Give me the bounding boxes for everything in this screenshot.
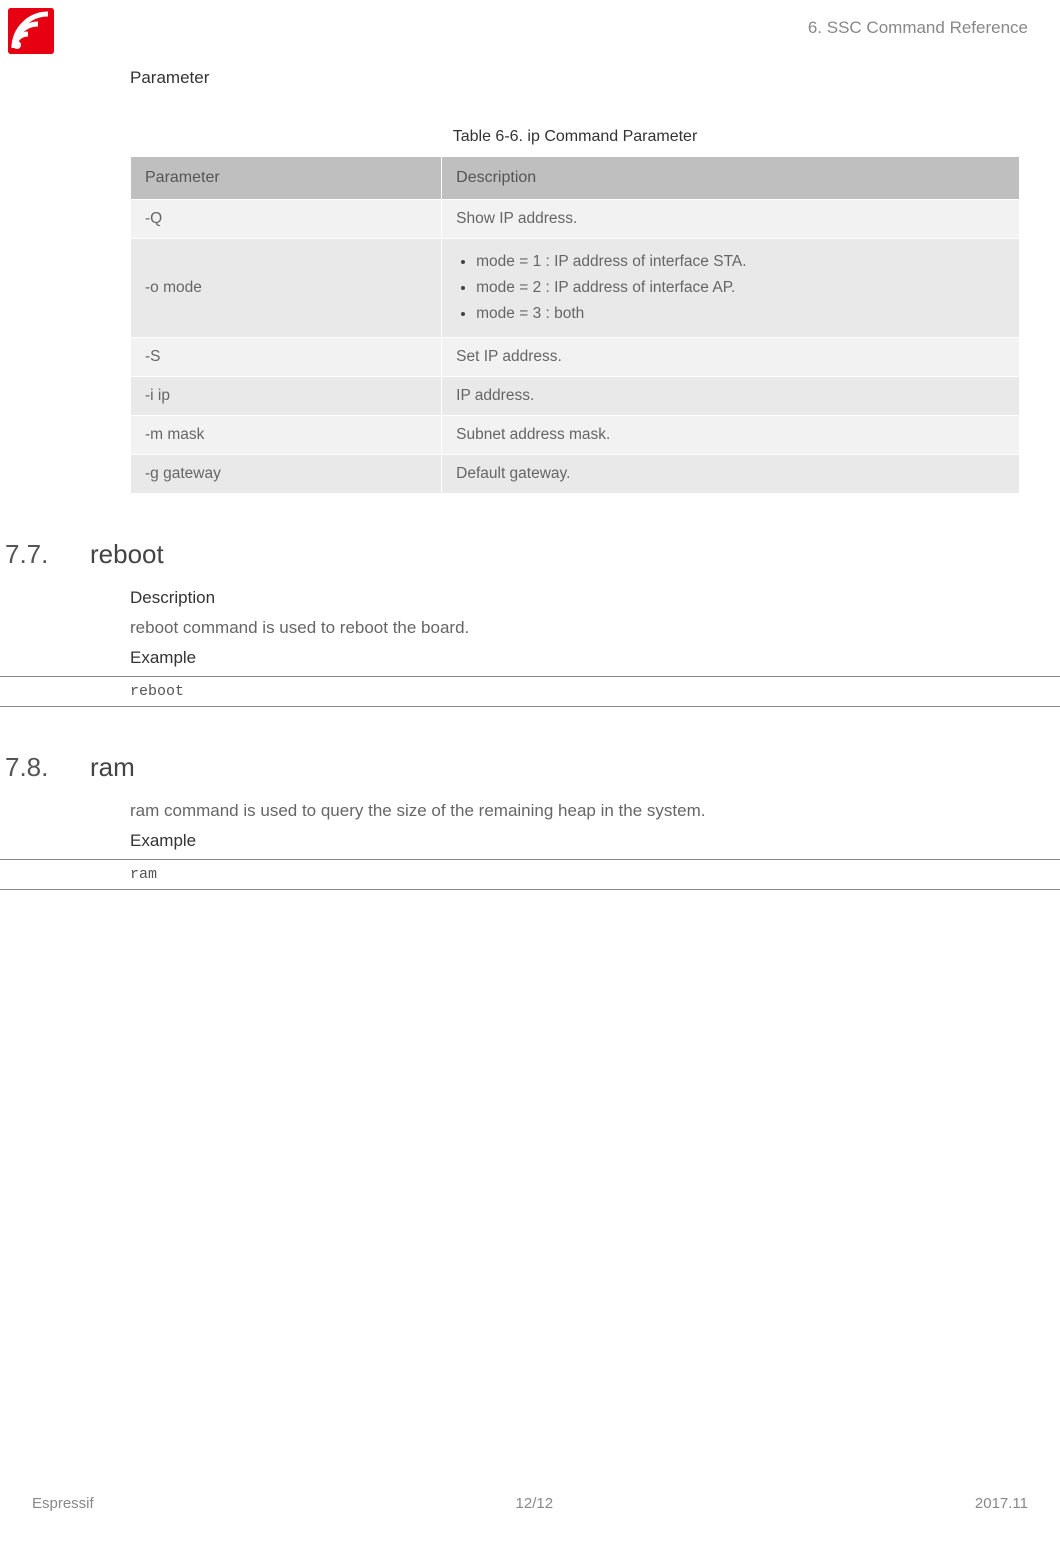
table-row: -S Set IP address. [131, 338, 1020, 377]
example-label: Example [130, 648, 1020, 668]
brand-logo-icon [8, 8, 54, 54]
footer-date: 2017.11 [975, 1495, 1028, 1512]
table-row: -m mask Subnet address mask. [131, 416, 1020, 455]
table-row: -g gateway Default gateway. [131, 455, 1020, 494]
desc-cell: Show IP address. [442, 200, 1020, 239]
param-cell: -o mode [131, 239, 442, 338]
list-item: mode = 1 : IP address of interface STA. [476, 249, 1005, 275]
description-text: reboot command is used to reboot the boa… [130, 618, 1020, 638]
code-example: reboot [0, 676, 1060, 707]
desc-cell: IP address. [442, 377, 1020, 416]
list-item: mode = 3 : both [476, 301, 1005, 327]
param-cell: -i ip [131, 377, 442, 416]
description-text: ram command is used to query the size of… [130, 801, 1020, 821]
description-label: Description [130, 588, 1020, 608]
table-row: -i ip IP address. [131, 377, 1020, 416]
section-number: 7.8. [5, 752, 90, 783]
desc-cell: Default gateway. [442, 455, 1020, 494]
param-cell: -m mask [131, 416, 442, 455]
list-item: mode = 2 : IP address of interface AP. [476, 275, 1005, 301]
param-cell: -S [131, 338, 442, 377]
section-heading-7-7: 7.7. reboot [0, 539, 1020, 570]
table-caption: Table 6-6. ip Command Parameter [130, 128, 1020, 146]
desc-cell: Subnet address mask. [442, 416, 1020, 455]
param-cell: -g gateway [131, 455, 442, 494]
example-label: Example [130, 831, 1020, 851]
footer-company: Espressif [32, 1495, 94, 1512]
table-row: -Q Show IP address. [131, 200, 1020, 239]
desc-cell: mode = 1 : IP address of interface STA. … [442, 239, 1020, 338]
section-title: ram [90, 752, 135, 783]
desc-cell: Set IP address. [442, 338, 1020, 377]
param-cell: -Q [131, 200, 442, 239]
code-example: ram [0, 859, 1060, 890]
ip-command-table: Parameter Description -Q Show IP address… [130, 156, 1020, 494]
chapter-title: 6. SSC Command Reference [808, 18, 1028, 38]
table-header-description: Description [442, 157, 1020, 200]
page-footer: Espressif 12/12 2017.11 [0, 1495, 1060, 1512]
section-title: reboot [90, 539, 164, 570]
footer-page-number: 12/12 [516, 1495, 554, 1512]
section-heading-7-8: 7.8. ram [0, 752, 1020, 783]
table-row: -o mode mode = 1 : IP address of interfa… [131, 239, 1020, 338]
section-number: 7.7. [5, 539, 90, 570]
table-header-parameter: Parameter [131, 157, 442, 200]
parameter-heading: Parameter [130, 68, 1020, 88]
